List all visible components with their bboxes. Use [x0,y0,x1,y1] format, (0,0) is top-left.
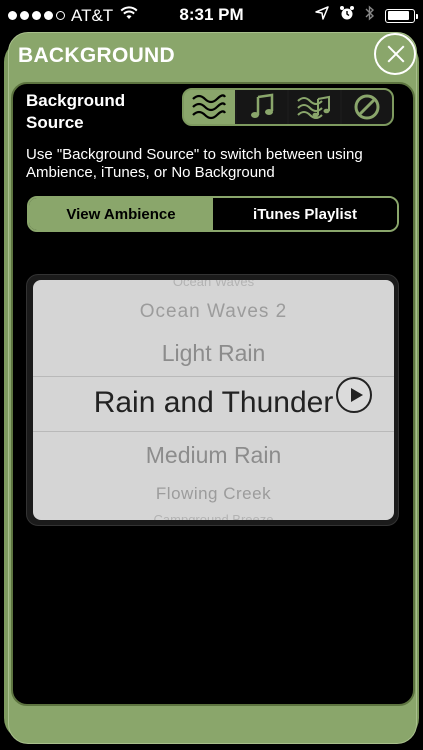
no-background-icon[interactable] [341,90,392,124]
music-note-icon[interactable] [236,90,289,124]
picker-item[interactable]: Light Rain [33,340,394,367]
music-waves-icon[interactable] [289,90,342,124]
picker-item[interactable]: Campground Breeze [33,512,394,520]
background-source-selector [182,88,394,126]
picker-item[interactable]: Flowing Creek [33,484,394,504]
play-icon[interactable] [336,377,372,413]
picker-item[interactable]: Ocean Waves 2 [33,301,394,323]
picker-item[interactable]: Medium Rain [33,442,394,469]
background-source-label: Background Source [26,91,126,132]
background-source-description: Use "Background Source" to switch betwee… [26,146,363,181]
view-toggle: View Ambience iTunes Playlist [27,196,399,232]
ambience-waves-icon[interactable] [184,90,237,124]
status-right [315,5,418,26]
alarm-clock-icon [339,5,355,26]
picker-item[interactable]: Ocean Waves [33,280,394,289]
status-bar: AT&T 8:31 PM [0,0,423,28]
bluetooth-icon [365,5,375,26]
itunes-playlist-tab[interactable]: iTunes Playlist [213,198,397,230]
location-arrow-icon [315,6,329,25]
view-ambience-tab[interactable]: View Ambience [29,198,213,230]
panel-title: BACKGROUND [18,44,175,67]
battery-icon [385,8,418,23]
close-icon[interactable] [374,33,416,75]
battery-fill [387,11,409,20]
